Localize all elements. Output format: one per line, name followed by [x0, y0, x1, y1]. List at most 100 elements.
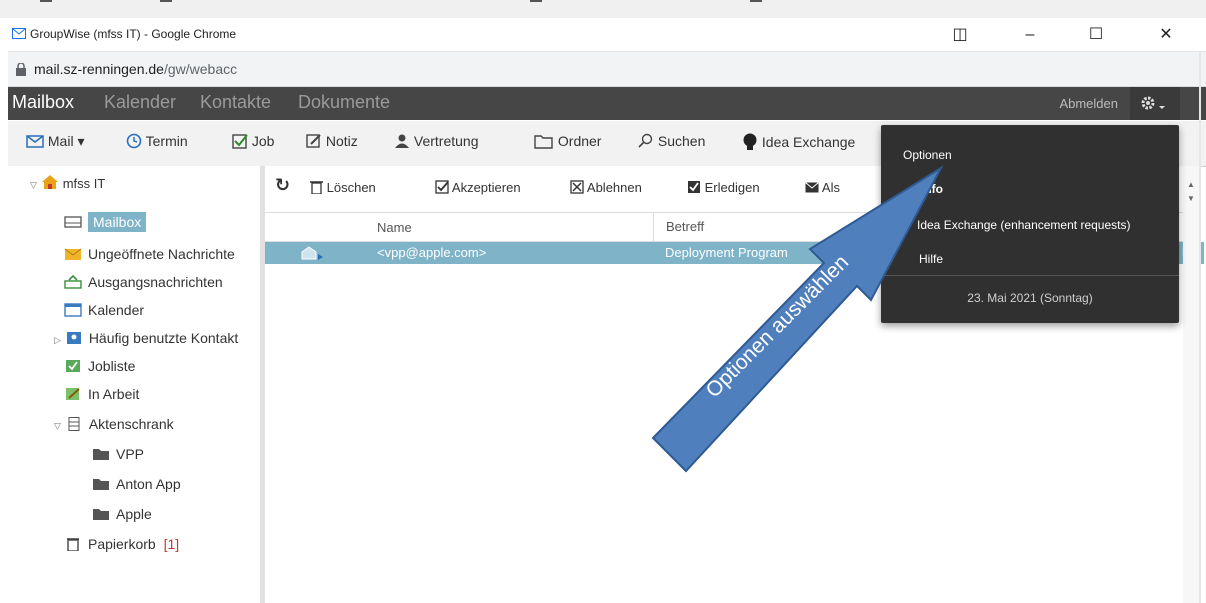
lock-icon: [16, 63, 26, 76]
sidebar-item-unopened[interactable]: Ungeöffnete Nachrichte: [64, 246, 235, 262]
tab-kalender[interactable]: Kalender: [104, 92, 176, 113]
folder-root-label: mfss IT: [62, 176, 106, 191]
vertical-scrollbar[interactable]: ▲ ▼: [1183, 166, 1199, 603]
notiz-button[interactable]: Notiz: [306, 133, 358, 149]
url-path: /gw/webacc: [163, 61, 238, 77]
idea-exchange-button[interactable]: Idea Exchange: [742, 133, 855, 151]
complete-button[interactable]: Erledigen: [687, 180, 760, 195]
menu-item-help[interactable]: Hilfe: [919, 252, 943, 266]
ordner-button[interactable]: Ordner: [534, 133, 601, 149]
decline-button[interactable]: Ablehnen: [570, 180, 642, 195]
column-subject[interactable]: Betreff: [653, 213, 704, 241]
sidebar-item-contacts[interactable]: ▷ Häufig benutzte Kontakt: [54, 330, 238, 346]
address-bar[interactable]: mail.sz-renningen.de/gw/webacc: [8, 52, 1206, 87]
scroll-up-icon[interactable]: ▲: [1187, 180, 1195, 189]
tab-dokumente[interactable]: Dokumente: [298, 92, 390, 113]
idea-exchange-button-label: Idea Exchange: [761, 134, 856, 150]
sidebar-item-joblist[interactable]: Jobliste: [64, 358, 135, 374]
sidebar-item-label: Ungeöffnete Nachrichte: [88, 246, 235, 262]
sidebar-item-folder-anton-app[interactable]: Anton App: [92, 476, 181, 492]
row-sender: <vpp@apple.com>: [377, 245, 487, 260]
sidebar-item-label: Mailbox: [88, 212, 147, 232]
sidebar-item-label: VPP: [116, 446, 145, 462]
vertretung-button[interactable]: Vertretung: [392, 133, 479, 149]
sidebar-item-label: Jobliste: [88, 358, 136, 374]
checkbox-icon: [232, 134, 248, 149]
checklist-icon: [66, 360, 80, 372]
mark-as-button-label: Als: [821, 180, 840, 195]
mail-button-label: Mail: [47, 133, 74, 149]
menu-item-options[interactable]: Optionen: [903, 148, 952, 162]
suchen-button-label: Suchen: [657, 133, 706, 149]
menu-item-idea-exchange[interactable]: Idea Exchange (enhancement requests): [917, 218, 1130, 232]
cabinet-icon: [68, 417, 80, 431]
folder-icon: [93, 509, 109, 520]
accept-button-label: Akzeptieren: [451, 180, 521, 195]
minimize-button[interactable]: –: [1010, 22, 1050, 48]
sidebar-item-label: Ausgangsnachrichten: [88, 274, 223, 290]
forwarded-mail-icon: [301, 246, 323, 260]
column-name[interactable]: Name: [377, 220, 412, 235]
job-button-label: Job: [251, 133, 275, 149]
decline-button-label: Ablehnen: [586, 180, 642, 195]
note-icon: [306, 134, 321, 148]
suchen-button[interactable]: Suchen: [638, 133, 705, 149]
x-box-icon: [570, 180, 584, 194]
scroll-down-icon[interactable]: ▼: [1187, 194, 1195, 203]
search-icon: [638, 133, 653, 148]
envelope-icon: [64, 248, 82, 260]
delete-button-label: Löschen: [326, 180, 376, 195]
termin-button[interactable]: Termin: [126, 133, 188, 149]
folder-icon: [93, 479, 109, 490]
accept-button[interactable]: Akzeptieren: [435, 180, 521, 195]
sidebar-item-label: Anton App: [116, 476, 181, 492]
job-button[interactable]: Job: [232, 133, 274, 149]
menu-divider: [881, 275, 1179, 276]
inbox-icon: [64, 216, 82, 228]
snap-layout-button[interactable]: ◫: [940, 22, 980, 48]
refresh-icon[interactable]: ↻: [275, 175, 290, 196]
user-icon: [395, 134, 409, 148]
termin-button-label: Termin: [145, 133, 188, 149]
sidebar-item-folder-vpp[interactable]: VPP: [92, 446, 144, 462]
logout-link[interactable]: Abmelden: [1059, 96, 1118, 111]
tab-mailbox[interactable]: Mailbox: [12, 92, 74, 113]
close-button[interactable]: ✕: [1146, 22, 1186, 48]
trash-icon: [67, 538, 79, 551]
sidebar-item-label: Häufig benutzte Kontakt: [88, 330, 239, 346]
trash-count-badge: [1]: [163, 536, 180, 552]
mail-icon: [26, 135, 44, 148]
tab-kontakte[interactable]: Kontakte: [200, 92, 271, 113]
sidebar-item-cabinet[interactable]: ▽ Aktenschrank: [54, 416, 174, 432]
settings-menu-button[interactable]: [1130, 87, 1180, 120]
sidebar-item-trash[interactable]: Papierkorb [1]: [64, 536, 179, 552]
vertretung-button-label: Vertretung: [413, 133, 479, 149]
url-host: mail.sz-renningen.de: [34, 61, 164, 77]
sidebar-item-label: Papierkorb: [88, 536, 156, 552]
sidebar-item-label: Apple: [116, 506, 152, 522]
menu-date: 23. Mai 2021 (Sonntag): [967, 291, 1093, 305]
ordner-button-label: Ordner: [557, 133, 602, 149]
gear-icon: [1141, 96, 1165, 110]
maximize-button[interactable]: ☐: [1076, 22, 1116, 48]
sidebar-item-label: Kalender: [88, 302, 145, 318]
sidebar-item-calendar[interactable]: Kalender: [64, 302, 144, 318]
collapse-triangle-icon: ▽: [54, 421, 61, 431]
pencil-note-icon: [66, 388, 80, 400]
home-icon: [41, 175, 58, 189]
calendar-icon: [64, 303, 82, 317]
sidebar-item-label: In Arbeit: [88, 386, 140, 402]
notiz-button-label: Notiz: [325, 133, 358, 149]
sidebar-item-mailbox[interactable]: Mailbox: [64, 212, 147, 232]
sidebar-item-label: Aktenschrank: [88, 416, 174, 432]
app-navigation: Mailbox Kalender Kontakte Dokumente Abme…: [8, 87, 1206, 120]
mail-button[interactable]: Mail ▾: [26, 133, 84, 150]
sidebar-item-drafts[interactable]: In Arbeit: [64, 386, 139, 402]
url-text: mail.sz-renningen.de/gw/webacc: [34, 61, 237, 77]
folder-root[interactable]: ▽ mfss IT: [30, 174, 105, 191]
sidebar-item-outbox[interactable]: Ausgangsnachrichten: [64, 274, 223, 290]
menu-item-info[interactable]: Info: [921, 182, 943, 196]
delete-button[interactable]: Löschen: [309, 180, 376, 195]
sidebar-item-folder-apple[interactable]: Apple: [92, 506, 152, 522]
mark-as-button[interactable]: Als: [805, 180, 840, 195]
